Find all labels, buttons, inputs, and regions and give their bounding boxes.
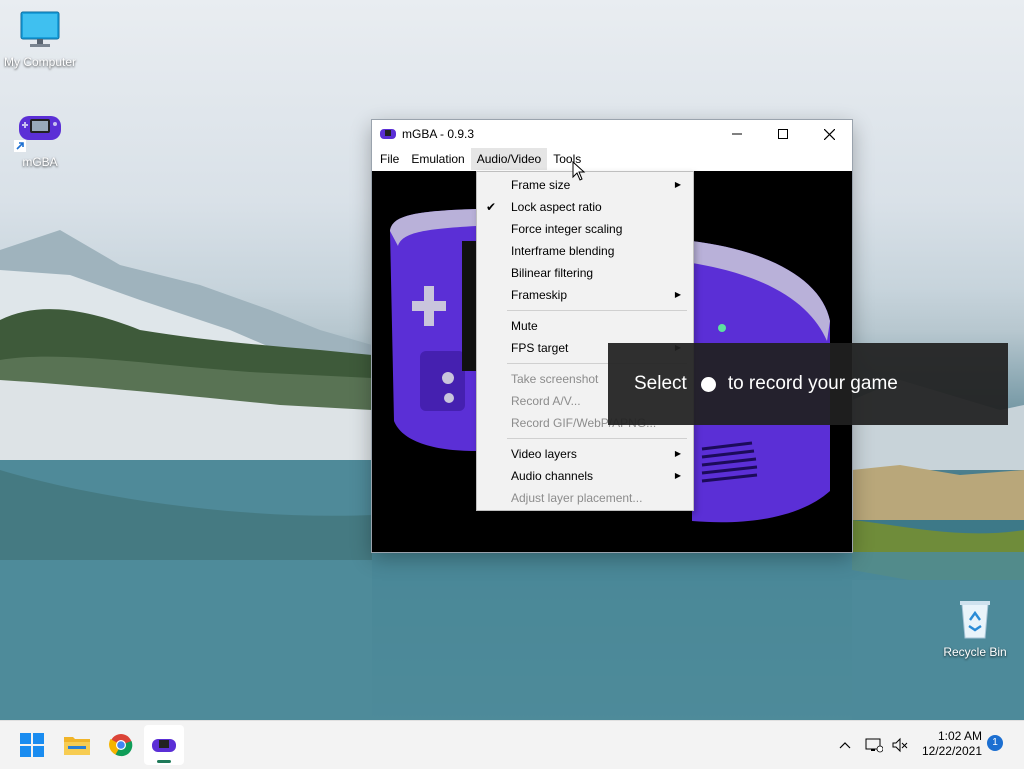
chevron-right-icon: ▶ [674, 449, 681, 458]
recycle-bin-icon [960, 601, 990, 639]
record-game-toast: Select to record your game [608, 343, 1008, 425]
volume-muted-icon [892, 737, 908, 753]
active-app-indicator [157, 760, 171, 763]
menu-file[interactable]: File [374, 148, 405, 170]
clock-date: 12/22/2021 [921, 744, 982, 758]
minimize-button[interactable] [714, 120, 760, 148]
menu-separator [507, 438, 687, 439]
network-tray-button[interactable] [860, 725, 888, 765]
minimize-icon [732, 133, 742, 135]
menu-bar: File Emulation Audio/Video Tools [372, 148, 852, 170]
chevron-right-icon: ▶ [674, 180, 681, 189]
menu-item-bilinear-filtering[interactable]: Bilinear filtering [477, 262, 693, 284]
title-bar[interactable]: mGBA - 0.9.3 [372, 120, 852, 148]
desktop-icon-recycle-bin[interactable]: Recycle Bin [935, 598, 1015, 659]
chevron-right-icon: ▶ [674, 290, 681, 299]
taskbar: 1:02 AM 12/22/2021 [0, 720, 1024, 769]
menu-item-force-integer-scaling[interactable]: Force integer scaling [477, 218, 693, 240]
monitor-icon [20, 11, 60, 47]
clock[interactable]: 1:02 AM 12/22/2021 [910, 729, 982, 759]
maximize-icon [778, 129, 788, 139]
desktop-icon-label: Recycle Bin [943, 645, 1007, 659]
desktop-icon-label: mGBA [22, 155, 58, 169]
menu-item-video-layers[interactable]: Video layers ▶ [477, 443, 693, 465]
chevron-up-icon [839, 742, 851, 749]
toast-text-record: to record your game [727, 373, 898, 394]
record-dot-icon [700, 376, 716, 392]
close-button[interactable] [806, 120, 852, 148]
close-icon [823, 128, 835, 140]
menu-separator [507, 310, 687, 311]
menu-item-adjust-layer-placement[interactable]: Adjust layer placement... [477, 487, 693, 509]
menu-item-lock-aspect-ratio[interactable]: ✔ Lock aspect ratio [477, 196, 693, 218]
mouse-cursor-icon [572, 161, 586, 181]
folder-icon [64, 737, 90, 755]
shortcut-arrow-icon [14, 140, 26, 152]
window-title: mGBA - 0.9.3 [402, 127, 475, 141]
network-icon [865, 738, 883, 753]
desktop-icon-mgba[interactable]: mGBA [0, 110, 80, 169]
menu-item-audio-channels[interactable]: Audio channels ▶ [477, 465, 693, 487]
menu-item-mute[interactable]: Mute [477, 315, 693, 337]
gba-icon [152, 739, 176, 752]
desktop-icon-label: My Computer [3, 55, 77, 69]
show-hidden-icons-button[interactable] [827, 725, 863, 765]
chevron-right-icon: ▶ [674, 471, 681, 480]
checkmark-icon: ✔ [486, 200, 497, 214]
notification-badge[interactable]: 1 [987, 735, 1003, 751]
taskbar-mgba[interactable] [144, 725, 184, 765]
windows-logo-icon [20, 733, 44, 757]
clock-time: 1:02 AM [937, 729, 982, 743]
audio-video-menu: Frame size ▶ ✔ Lock aspect ratio Force in… [476, 171, 694, 511]
desktop-icon-my-computer[interactable]: My Computer [0, 10, 80, 69]
start-button[interactable] [12, 725, 52, 765]
taskbar-chrome[interactable] [101, 725, 141, 765]
toast-text-select: Select [634, 373, 687, 394]
menu-item-interframe-blending[interactable]: Interframe blending [477, 240, 693, 262]
chrome-icon [109, 734, 133, 757]
taskbar-file-explorer[interactable] [57, 725, 97, 765]
menu-item-frameskip[interactable]: Frameskip ▶ [477, 284, 693, 306]
maximize-button[interactable] [760, 120, 806, 148]
menu-audio-video[interactable]: Audio/Video [470, 148, 548, 170]
gba-icon [380, 129, 396, 139]
menu-emulation[interactable]: Emulation [405, 148, 470, 170]
